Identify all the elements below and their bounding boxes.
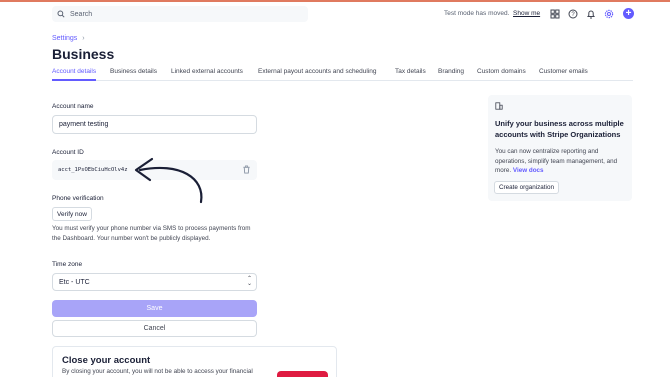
tab-tax-details[interactable]: Tax details [395, 68, 426, 75]
tab-external-payout-accounts[interactable]: External payout accounts and scheduling [258, 68, 377, 75]
tab-account-details[interactable]: Account details [52, 68, 97, 81]
account-id-value: acct_1PsOEbCiuHcOlv4z [52, 160, 257, 180]
tab-custom-domains[interactable]: Custom domains [477, 68, 526, 75]
select-chevron-icon: ⌃ ⌄ [247, 276, 253, 287]
breadcrumb-settings[interactable]: Settings [52, 35, 77, 42]
page-title: Business [52, 46, 115, 62]
organizations-promo-card: Unify your business across multiple acco… [488, 95, 632, 201]
phone-helper-text: You must verify your phone number via SM… [52, 225, 251, 242]
show-me-link[interactable]: Show me [513, 10, 540, 17]
bell-icon[interactable] [585, 8, 596, 19]
close-account-button[interactable] [277, 371, 328, 377]
search-placeholder: Search [70, 10, 93, 18]
chevron-right-icon: › [82, 35, 85, 42]
gear-icon[interactable] [603, 8, 614, 19]
tab-bar: Account details Business details Linked … [52, 66, 633, 81]
trash-icon[interactable] [242, 165, 251, 174]
test-mode-notice: Test mode has moved. [444, 10, 510, 17]
timezone-select[interactable]: Etc - UTC [52, 273, 257, 291]
tab-business-details[interactable]: Business details [110, 68, 157, 75]
search-icon [57, 10, 65, 18]
breadcrumb: Settings › [52, 35, 85, 42]
tab-customer-emails[interactable]: Customer emails [539, 68, 588, 75]
account-name-label: Account name [52, 103, 94, 110]
timezone-label: Time zone [52, 261, 83, 268]
tab-branding[interactable]: Branding [438, 68, 464, 75]
tab-linked-external-accounts[interactable]: Linked external accounts [171, 68, 243, 75]
verify-now-button[interactable]: Verify now [52, 207, 92, 221]
close-account-title: Close your account [62, 355, 151, 366]
view-docs-link[interactable]: View docs [513, 167, 544, 174]
plus-icon[interactable]: + [623, 8, 634, 19]
promo-body: You can now centralize reporting and ope… [495, 147, 627, 176]
help-icon[interactable]: ? [567, 8, 578, 19]
close-account-description: By closing your account, you will not be… [62, 368, 253, 375]
account-id-label: Account ID [52, 149, 84, 156]
save-button[interactable]: Save [52, 300, 257, 317]
phone-verification-label: Phone verification [52, 195, 104, 202]
search-input[interactable]: Search [52, 6, 308, 22]
account-name-input[interactable]: payment testing [52, 115, 257, 134]
top-accent-line [0, 0, 670, 2]
organization-icon [495, 102, 503, 110]
create-organization-button[interactable]: Create organization [494, 181, 559, 194]
apps-icon[interactable] [549, 8, 560, 19]
cancel-button[interactable]: Cancel [52, 320, 257, 337]
promo-title: Unify your business across multiple acco… [495, 119, 624, 139]
